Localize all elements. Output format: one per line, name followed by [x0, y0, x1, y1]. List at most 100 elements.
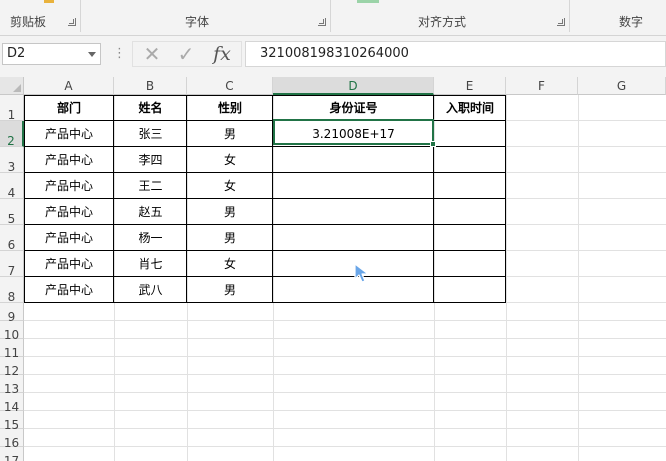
table-cell[interactable]: 产品中心 — [24, 121, 114, 147]
row-header[interactable]: 6 — [0, 225, 24, 252]
table-cell[interactable] — [273, 173, 434, 199]
table-cell[interactable]: 李四 — [114, 147, 187, 173]
ribbon-group-alignment: 对齐方式 — [331, 0, 569, 36]
table-cell[interactable]: 产品中心 — [24, 277, 114, 303]
table-cell[interactable]: 男 — [187, 277, 273, 303]
dialog-launcher-icon[interactable] — [68, 18, 76, 26]
row-header[interactable]: 7 — [0, 251, 24, 278]
table-cell[interactable]: 产品中心 — [24, 225, 114, 251]
table-cell[interactable] — [273, 199, 434, 225]
table-cell[interactable]: 产品中心 — [24, 147, 114, 173]
table-header-cell[interactable]: 身份证号 — [273, 95, 434, 121]
row-header[interactable]: 5 — [0, 199, 24, 226]
row-header[interactable]: 17 — [0, 447, 24, 461]
select-all-corner[interactable] — [0, 77, 24, 95]
table-header-cell[interactable]: 部门 — [24, 95, 114, 121]
column-header-b[interactable]: B — [114, 77, 187, 95]
table-border — [24, 95, 25, 303]
column-header-g[interactable]: G — [578, 77, 666, 95]
row-header[interactable]: 9 — [0, 303, 24, 324]
table-cell[interactable] — [434, 199, 506, 225]
table-cell[interactable]: 男 — [187, 121, 273, 147]
table-cell[interactable] — [273, 225, 434, 251]
column-header-d[interactable]: D — [273, 77, 434, 95]
row-header[interactable]: 15 — [0, 411, 24, 432]
mouse-cursor-icon — [354, 263, 369, 283]
cell-selection — [273, 119, 434, 145]
row-header[interactable]: 11 — [0, 339, 24, 360]
table-cell[interactable] — [434, 277, 506, 303]
dialog-launcher-icon[interactable] — [557, 18, 565, 26]
formula-buttons: ✕ ✓ fx — [132, 41, 242, 67]
gridline — [24, 410, 666, 411]
table-header-cell[interactable]: 入职时间 — [434, 95, 506, 121]
table-cell[interactable]: 女 — [187, 251, 273, 277]
table-cell[interactable]: 产品中心 — [24, 199, 114, 225]
column-header-f[interactable]: F — [506, 77, 578, 95]
cancel-icon[interactable]: ✕ — [137, 43, 167, 65]
ribbon-group-label: 数字 — [619, 15, 644, 29]
ribbon: 剪贴板 字体 对齐方式 数字 — [0, 0, 666, 36]
gridline — [24, 374, 666, 375]
name-box[interactable]: D2 — [2, 43, 101, 65]
table-cell[interactable]: 王二 — [114, 173, 187, 199]
ribbon-group-number: 数字 — [570, 0, 666, 36]
formula-input[interactable]: 321008198310264000 — [245, 41, 666, 67]
fill-handle[interactable] — [430, 141, 436, 147]
table-cell[interactable]: 男 — [187, 199, 273, 225]
table-cell[interactable]: 产品中心 — [24, 173, 114, 199]
insert-function-button[interactable]: fx — [207, 43, 237, 65]
row-header[interactable]: 10 — [0, 321, 24, 342]
table-cell[interactable]: 赵五 — [114, 199, 187, 225]
table-cell[interactable]: 武八 — [114, 277, 187, 303]
row-header[interactable]: 14 — [0, 393, 24, 414]
enter-icon[interactable]: ✓ — [171, 43, 201, 65]
table-cell[interactable] — [434, 251, 506, 277]
table-cell[interactable] — [273, 147, 434, 173]
table-border — [505, 95, 506, 303]
gridline — [24, 320, 666, 321]
table-cell[interactable]: 女 — [187, 173, 273, 199]
ribbon-group-label: 对齐方式 — [418, 15, 467, 29]
name-box-value: D2 — [7, 46, 26, 61]
table-header-cell[interactable]: 姓名 — [114, 95, 187, 121]
ribbon-group-label: 剪贴板 — [10, 15, 47, 29]
table-cell[interactable] — [434, 173, 506, 199]
table-cell[interactable] — [434, 147, 506, 173]
row-header[interactable]: 3 — [0, 147, 24, 174]
table-cell[interactable]: 产品中心 — [24, 251, 114, 277]
table-header-cell[interactable]: 性别 — [187, 95, 273, 121]
table-cell[interactable]: 女 — [187, 147, 273, 173]
gridline — [506, 95, 507, 461]
more-icon: ⋮ — [113, 46, 126, 61]
formula-bar: D2 ⋮ ✕ ✓ fx 321008198310264000 — [0, 37, 666, 73]
table-border — [113, 95, 114, 303]
column-header-e[interactable]: E — [434, 77, 506, 95]
table-cell[interactable] — [434, 225, 506, 251]
gridline — [24, 392, 666, 393]
gridline — [24, 338, 666, 339]
table-cell[interactable]: 肖七 — [114, 251, 187, 277]
row-header[interactable]: 12 — [0, 357, 24, 378]
column-header-a[interactable]: A — [24, 77, 114, 95]
gridline — [24, 356, 666, 357]
dialog-launcher-icon[interactable] — [318, 18, 326, 26]
table-cell[interactable]: 张三 — [114, 121, 187, 147]
table-cell[interactable]: 男 — [187, 225, 273, 251]
row-header[interactable]: 13 — [0, 375, 24, 396]
ribbon-group-clipboard: 剪贴板 — [0, 0, 80, 36]
row-header[interactable]: 2 — [0, 121, 24, 148]
table-cell[interactable] — [434, 121, 506, 147]
ribbon-group-font: 字体 — [81, 0, 330, 36]
gridline — [578, 95, 579, 461]
table-cell[interactable]: 杨一 — [114, 225, 187, 251]
row-header[interactable]: 16 — [0, 429, 24, 450]
row-header[interactable]: 4 — [0, 173, 24, 200]
gridline — [24, 428, 666, 429]
column-header-c[interactable]: C — [187, 77, 273, 95]
row-header[interactable]: 1 — [0, 95, 24, 122]
row-header[interactable]: 8 — [0, 277, 24, 304]
ribbon-group-label: 字体 — [185, 15, 210, 29]
chevron-down-icon[interactable] — [88, 52, 96, 57]
table-border — [186, 95, 187, 303]
